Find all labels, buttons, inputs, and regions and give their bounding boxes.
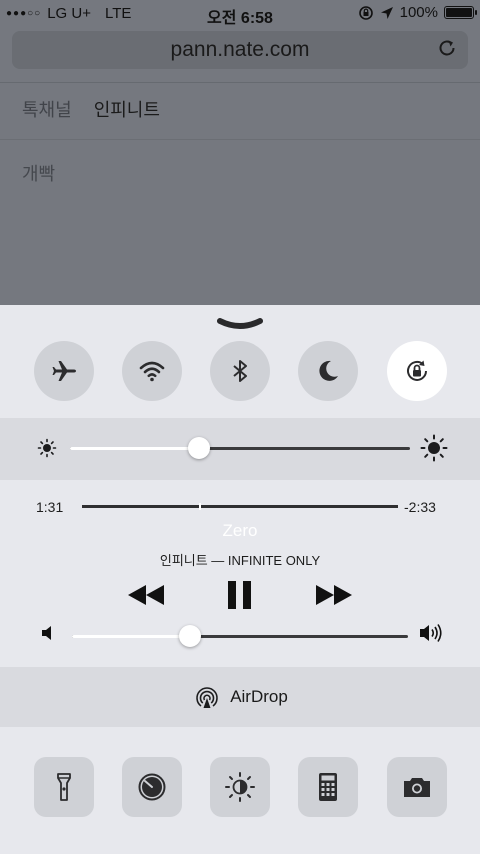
camera-button[interactable]	[387, 757, 447, 817]
status-bar: ●●●○○ LG U+ LTE 오전 6:58 100%	[0, 0, 480, 28]
night-shift-button[interactable]	[210, 757, 270, 817]
volume-knob[interactable]	[179, 625, 201, 647]
volume-slider[interactable]	[72, 625, 408, 647]
tab-channel[interactable]: 톡채널	[22, 96, 72, 122]
airdrop-icon	[196, 687, 218, 708]
artist-album: 인피니트 — INFINITE ONLY	[159, 553, 321, 568]
calculator-icon	[319, 773, 337, 801]
reload-icon[interactable]	[436, 37, 458, 59]
bluetooth-toggle[interactable]	[210, 341, 270, 401]
brightness-control	[0, 418, 480, 480]
brightness-high-icon	[420, 434, 448, 462]
volume-low-icon	[42, 626, 51, 640]
volume-fill	[72, 635, 190, 638]
rotation-lock-icon	[358, 5, 373, 20]
playback-scrubber[interactable]	[82, 503, 398, 510]
shortcut-row	[0, 757, 480, 817]
url-bar[interactable]: pann.nate.com	[12, 31, 468, 69]
wifi-icon	[139, 361, 165, 382]
calculator-button[interactable]	[298, 757, 358, 817]
divider	[0, 139, 480, 140]
brightness-fill	[70, 447, 199, 450]
song-title: Zero	[222, 521, 258, 540]
battery-percent: 100%	[399, 4, 438, 21]
timer-icon	[138, 773, 166, 801]
camera-icon	[404, 778, 430, 797]
rewind-icon[interactable]	[126, 577, 166, 613]
control-center: 1:31 -2:33 Zero 인피니트 — INFINITE ONLY Air…	[0, 305, 480, 854]
status-right: 100%	[358, 4, 477, 21]
do-not-disturb-toggle[interactable]	[298, 341, 358, 401]
toggle-row	[0, 341, 480, 403]
brightness-knob[interactable]	[188, 437, 210, 459]
airplane-icon	[52, 361, 76, 381]
location-arrow-icon	[380, 6, 393, 19]
divider	[0, 82, 480, 83]
brightness-low-icon	[37, 438, 57, 458]
airplane-mode-toggle[interactable]	[34, 341, 94, 401]
moon-icon	[319, 360, 338, 381]
bluetooth-icon	[233, 360, 247, 382]
flashlight-icon	[57, 773, 71, 801]
playback-controls	[0, 577, 480, 617]
playback-position[interactable]	[199, 503, 201, 510]
flashlight-button[interactable]	[34, 757, 94, 817]
volume-high-icon	[420, 624, 442, 642]
pause-icon[interactable]	[226, 577, 254, 613]
now-playing: 1:31 -2:33 Zero 인피니트 — INFINITE ONLY	[0, 480, 480, 670]
airdrop-label: AirDrop	[230, 687, 288, 706]
remaining-time: -2:33	[404, 499, 436, 515]
night-shift-icon	[225, 772, 255, 802]
page-tabs: 톡채널 인피니트	[22, 96, 160, 122]
timer-button[interactable]	[122, 757, 182, 817]
rotation-lock-icon	[407, 360, 427, 381]
grabber-chevron-icon[interactable]	[216, 317, 264, 331]
rotation-lock-toggle[interactable]	[387, 341, 447, 401]
brightness-slider[interactable]	[70, 437, 410, 459]
fast-forward-icon[interactable]	[314, 577, 354, 613]
airdrop-button[interactable]: AirDrop	[0, 667, 480, 727]
wifi-toggle[interactable]	[122, 341, 182, 401]
elapsed-time: 1:31	[36, 499, 64, 515]
battery-icon	[444, 6, 477, 19]
url-text: pann.nate.com	[170, 38, 310, 61]
tab-infinite[interactable]: 인피니트	[94, 96, 160, 122]
page-subtext: 개빡	[22, 164, 56, 184]
